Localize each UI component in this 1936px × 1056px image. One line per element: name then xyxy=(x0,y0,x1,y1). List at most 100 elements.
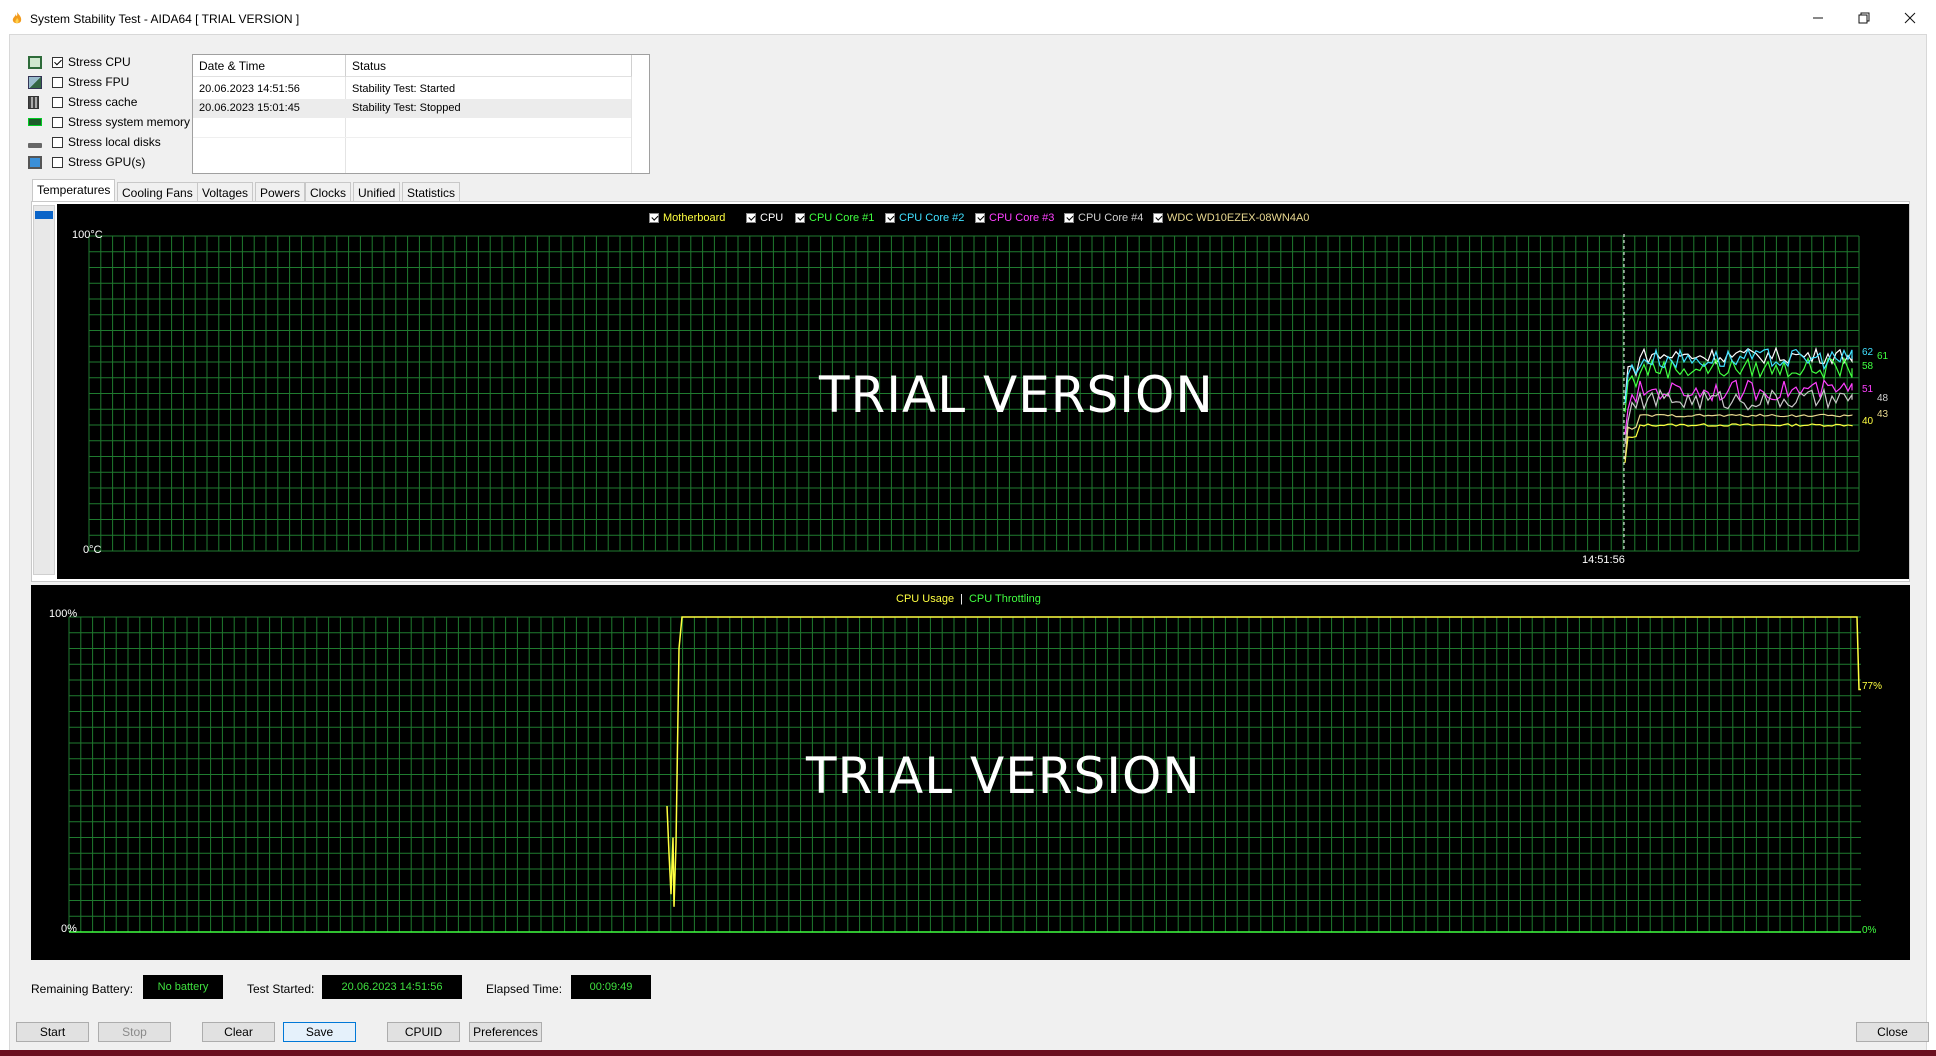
legend-label: WDC WD10EZEX-08WN4A0 xyxy=(1167,212,1310,224)
legend-checkbox[interactable] xyxy=(885,213,895,223)
log-row-2-status[interactable]: Stability Test: Stopped xyxy=(346,99,632,118)
stress-disks-checkbox[interactable] xyxy=(52,136,63,148)
cpu-throttling-value-label: 0% xyxy=(1862,925,1877,936)
stress-cpu-checkbox[interactable] xyxy=(52,56,63,68)
stress-disks-option[interactable]: Stress local disks xyxy=(28,133,161,151)
stress-disks-label: Stress local disks xyxy=(68,135,161,149)
stress-cpu-label: Stress CPU xyxy=(68,55,131,69)
stress-cache-label: Stress cache xyxy=(68,95,138,109)
column-header-datetime[interactable]: Date & Time xyxy=(193,55,346,77)
save-button[interactable]: Save xyxy=(283,1022,356,1042)
legend-cpu-core-2[interactable]: CPU Core #2 xyxy=(885,212,964,224)
tab-temperatures[interactable]: Temperatures xyxy=(32,179,116,202)
stress-fpu-checkbox[interactable] xyxy=(52,76,63,88)
close-button[interactable]: Close xyxy=(1856,1022,1929,1042)
value-label: 61 xyxy=(1877,351,1889,362)
legend-label: CPU Core #3 xyxy=(989,212,1055,224)
legend-motherboard[interactable]: Motherboard xyxy=(649,212,725,224)
elapsed-time-label: Elapsed Time: xyxy=(486,982,563,996)
stress-memory-option[interactable]: Stress system memory xyxy=(28,113,190,131)
restore-button[interactable] xyxy=(1841,0,1887,36)
log-row-1-datetime[interactable]: 20.06.2023 14:51:56 xyxy=(193,80,346,99)
legend-label: CPU Core #4 xyxy=(1078,212,1144,224)
scrollbar-thumb[interactable] xyxy=(35,211,53,219)
value-label: 40 xyxy=(1862,416,1874,427)
legend-label: CPU Usage xyxy=(896,593,955,605)
legend-checkbox[interactable] xyxy=(746,213,756,223)
legend-cpu-core-3[interactable]: CPU Core #3 xyxy=(975,212,1054,224)
series-disk xyxy=(1624,413,1853,460)
legend-cpu[interactable]: CPU xyxy=(746,212,783,224)
remaining-battery-label: Remaining Battery: xyxy=(31,982,134,996)
usage-y-min-label: 0% xyxy=(61,923,77,935)
legend-checkbox[interactable] xyxy=(795,213,805,223)
window-title: System Stability Test - AIDA64 [ TRIAL V… xyxy=(30,12,300,26)
legend-separator: | xyxy=(960,593,963,605)
value-label: 43 xyxy=(1877,409,1889,420)
legend-checkbox[interactable] xyxy=(649,213,659,223)
value-label: 62 xyxy=(1862,347,1874,358)
start-button[interactable]: Start xyxy=(16,1022,89,1042)
cpuid-button[interactable]: CPUID xyxy=(387,1022,460,1042)
column-header-status[interactable]: Status xyxy=(346,55,632,77)
tab-cooling-fans[interactable]: Cooling Fans xyxy=(117,182,198,202)
remaining-battery-value: No battery xyxy=(143,975,223,999)
minimize-icon xyxy=(1813,17,1823,19)
preferences-button[interactable]: Preferences xyxy=(469,1022,542,1042)
stress-fpu-label: Stress FPU xyxy=(68,75,130,89)
close-icon xyxy=(1904,12,1916,24)
series-core-3 xyxy=(1624,378,1853,435)
stress-cache-option[interactable]: Stress cache xyxy=(28,93,137,111)
disk-icon xyxy=(28,142,42,148)
elapsed-time-value: 00:09:49 xyxy=(571,975,651,999)
legend-checkbox[interactable] xyxy=(1153,213,1163,223)
usage-y-max-label: 100% xyxy=(49,608,78,620)
temperature-chart: Motherboard CPU CPU Core #1 CPU Core #2 … xyxy=(57,204,1909,579)
cpu-usage-chart: CPU Usage | CPU Throttling 100% 0% TRIAL… xyxy=(31,585,1910,960)
log-row-2-datetime[interactable]: 20.06.2023 15:01:45 xyxy=(193,99,346,118)
stress-fpu-option[interactable]: Stress FPU xyxy=(28,73,129,91)
test-started-value: 20.06.2023 14:51:56 xyxy=(322,975,462,999)
legend-label: CPU Core #1 xyxy=(809,212,875,224)
tab-statistics[interactable]: Statistics xyxy=(402,182,461,202)
monitor-icon xyxy=(28,155,42,169)
legend-checkbox[interactable] xyxy=(975,213,985,223)
memory-icon xyxy=(28,118,42,126)
log-row-1-status[interactable]: Stability Test: Started xyxy=(346,80,632,99)
stop-button[interactable]: Stop xyxy=(98,1022,171,1042)
trial-watermark: TRIAL VERSION xyxy=(806,747,1201,805)
legend-cpu-core-1[interactable]: CPU Core #1 xyxy=(795,212,874,224)
legend-label: Motherboard xyxy=(663,212,726,224)
temp-y-max-label: 100°C xyxy=(72,229,103,241)
stress-gpu-label: Stress GPU(s) xyxy=(68,155,146,169)
temp-time-label: 14:51:56 xyxy=(1582,554,1625,566)
stress-cpu-option[interactable]: Stress CPU xyxy=(28,53,131,71)
tab-clocks[interactable]: Clocks xyxy=(305,182,352,202)
legend-cpu-core-4[interactable]: CPU Core #4 xyxy=(1064,212,1143,224)
cpu-usage-value-label: 77% xyxy=(1862,681,1883,692)
test-log-table[interactable]: Date & Time Status 20.06.2023 14:51:56 S… xyxy=(192,54,650,174)
value-label: 48 xyxy=(1877,393,1889,404)
legend-wdc-disk[interactable]: WDC WD10EZEX-08WN4A0 xyxy=(1153,212,1309,224)
restore-icon xyxy=(1858,12,1870,24)
tab-unified[interactable]: Unified xyxy=(353,182,401,202)
legend-label: CPU xyxy=(760,212,784,224)
tab-voltages[interactable]: Voltages xyxy=(197,182,254,202)
stress-memory-checkbox[interactable] xyxy=(52,116,63,128)
taskbar-strip xyxy=(0,1050,1936,1056)
legend-cpu-usage: CPU Usage | CPU Throttling xyxy=(896,593,1041,605)
trial-watermark: TRIAL VERSION xyxy=(819,366,1214,424)
fpu-icon xyxy=(28,75,42,89)
close-window-button[interactable] xyxy=(1887,0,1933,36)
clear-button[interactable]: Clear xyxy=(202,1022,275,1042)
cpu-chip-icon xyxy=(28,55,42,69)
legend-checkbox[interactable] xyxy=(1064,213,1074,223)
title-bar: System Stability Test - AIDA64 [ TRIAL V… xyxy=(0,0,1936,36)
sensor-scrollbar[interactable] xyxy=(33,205,55,575)
stress-gpu-checkbox[interactable] xyxy=(52,156,63,168)
tab-powers[interactable]: Powers xyxy=(255,182,306,202)
cache-icon xyxy=(28,95,39,109)
minimize-button[interactable] xyxy=(1795,0,1841,36)
stress-gpu-option[interactable]: Stress GPU(s) xyxy=(28,153,145,171)
stress-cache-checkbox[interactable] xyxy=(52,96,63,108)
